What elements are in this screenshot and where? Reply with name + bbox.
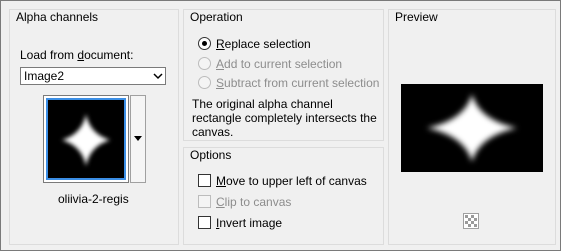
chevron-down-icon (153, 73, 163, 80)
dropdown-arrow-icon (134, 136, 142, 141)
checkbox[interactable] (198, 216, 211, 229)
dialog-frame: Alpha channels Load from document: Image… (0, 0, 561, 251)
clip-to-canvas-label: Clip to canvas (216, 195, 292, 209)
checkbox[interactable] (198, 195, 211, 208)
thumbnail-dropdown-button[interactable] (130, 95, 146, 183)
preview-group: Preview (388, 9, 556, 245)
operation-description: The original alpha channel rectangle com… (192, 97, 377, 139)
document-select-value: Image2 (24, 69, 65, 83)
document-select[interactable]: Image2 (20, 67, 166, 85)
operation-title: Operation (190, 10, 243, 24)
replace-selection-label: Replace selection (216, 37, 311, 51)
options-title: Options (190, 148, 232, 162)
preview-image (401, 84, 543, 172)
invert-image-label: Invert image (216, 216, 283, 230)
operation-group: Operation Replace selection Add to curre… (183, 9, 384, 141)
radio-button[interactable] (198, 76, 211, 89)
move-to-upper-left-label: Move to upper left of canvas (216, 174, 367, 188)
add-to-selection-label: Add to current selection (216, 57, 343, 71)
alpha-channel-thumbnail[interactable] (43, 95, 129, 183)
preview-title: Preview (395, 10, 438, 24)
alpha-channel-thumbnail-image (46, 98, 126, 180)
checkbox[interactable] (198, 174, 211, 187)
star-shape-icon (62, 114, 110, 166)
thumbnail-name-label: oliivia-2-regis (58, 192, 129, 206)
transparency-checker-icon[interactable] (463, 213, 479, 229)
star-shape-icon (427, 94, 517, 162)
alpha-channels-title: Alpha channels (16, 10, 99, 24)
radio-button[interactable] (198, 57, 211, 70)
options-group: Options Move to upper left of canvas Cli… (183, 147, 384, 245)
alpha-channels-group: Alpha channels Load from document: Image… (9, 9, 179, 245)
load-from-document-label: Load from document: (20, 48, 134, 62)
subtract-from-selection-label: Subtract from current selection (216, 76, 380, 90)
radio-button[interactable] (198, 37, 211, 50)
